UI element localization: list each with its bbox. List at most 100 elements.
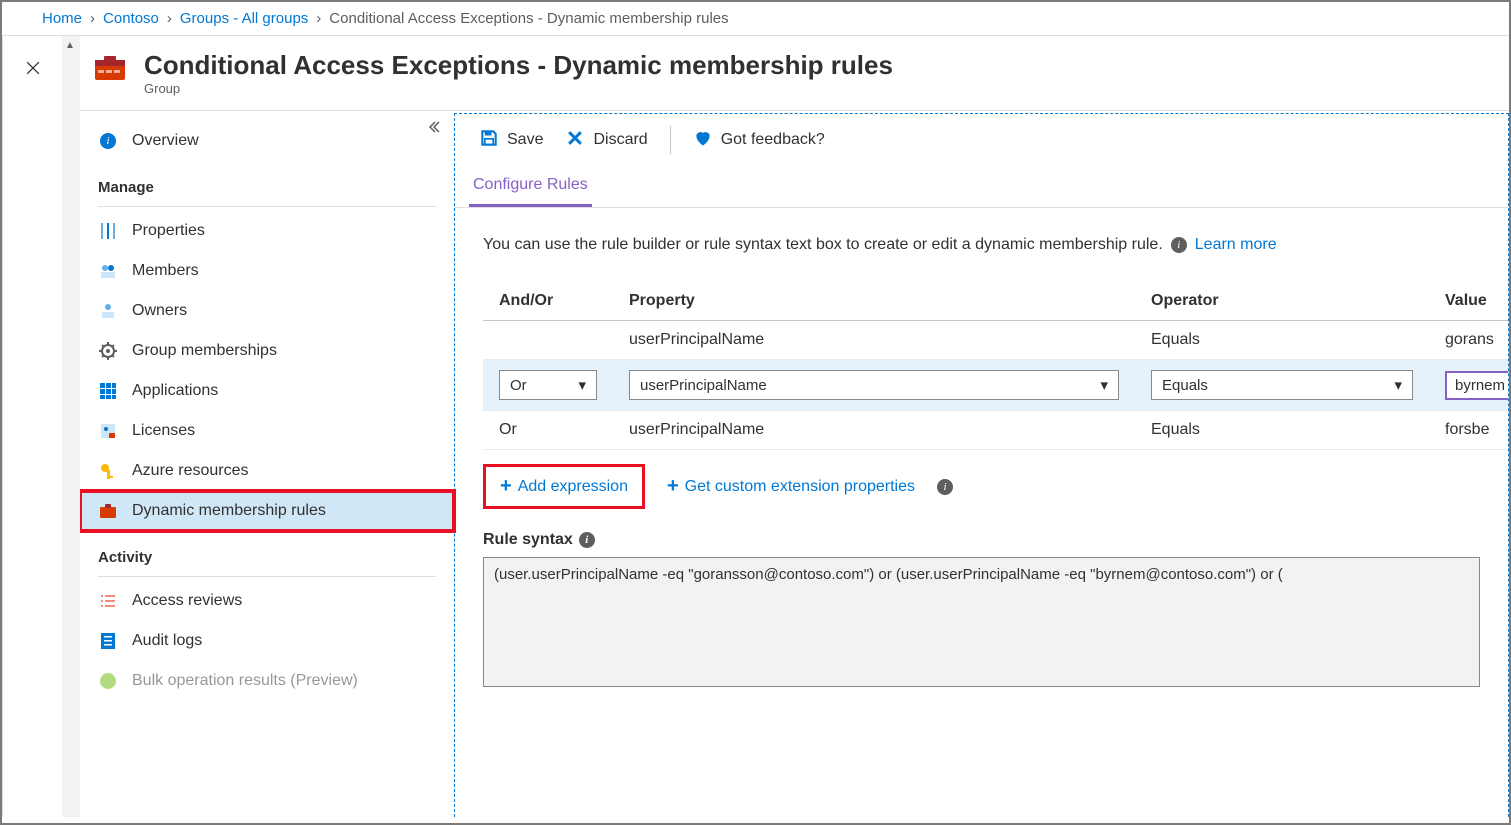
owners-icon [98,301,118,321]
select-value: Or [510,377,527,394]
plus-icon: + [667,475,679,498]
sidebar-item-dynamic-rules[interactable]: Dynamic membership rules [80,491,454,531]
andor-select[interactable]: Or ▾ [499,370,597,400]
circle-check-icon [98,671,118,691]
scrollbar[interactable]: ▲ [62,36,80,817]
chevron-right-icon: › [316,10,321,27]
collapse-sidebar-icon[interactable] [426,119,442,140]
sidebar-item-label: Overview [132,132,199,150]
intro-message: You can use the rule builder or rule syn… [483,236,1163,254]
feedback-button[interactable]: Got feedback? [693,128,825,153]
feedback-label: Got feedback? [721,131,825,149]
info-icon[interactable]: i [937,479,953,495]
cell-property: userPrincipalName [613,411,1135,450]
main-content: Save Discard Got feedback? Configure Rul… [454,113,1509,817]
sidebar-item-label: Dynamic membership rules [132,502,326,520]
sidebar-item-properties[interactable]: Properties [80,211,454,251]
cell-operator: Equals [1135,411,1429,450]
gear-icon [98,341,118,361]
heart-icon [693,128,713,153]
select-value: userPrincipalName [640,377,767,394]
chevron-down-icon: ▾ [1100,376,1108,394]
sidebar-item-label: Bulk operation results (Preview) [132,672,358,690]
sidebar-item-owners[interactable]: Owners [80,291,454,331]
page-title: Conditional Access Exceptions - Dynamic … [144,50,893,81]
checklist-icon [98,591,118,611]
page-subtitle: Group [144,81,893,96]
discard-button[interactable]: Discard [565,128,647,153]
chevron-right-icon: › [167,10,172,27]
rule-row[interactable]: Or userPrincipalName Equals forsbe [483,411,1508,450]
breadcrumb-link[interactable]: Groups - All groups [180,10,308,27]
cell-value: gorans [1429,321,1508,360]
cell-operator: Equals [1135,321,1429,360]
close-icon[interactable] [23,65,43,81]
operator-select[interactable]: Equals ▾ [1151,370,1413,400]
sidebar-section-manage: Manage [80,161,454,202]
info-icon: i [98,131,118,151]
column-header-property: Property [613,282,1135,321]
close-icon [565,128,585,153]
rule-syntax-label: Rule syntax i [483,531,1480,549]
sidebar-item-access-reviews[interactable]: Access reviews [80,581,454,621]
get-custom-properties-button[interactable]: + Get custom extension properties [659,469,923,504]
info-icon[interactable]: i [1171,237,1187,253]
breadcrumb-link[interactable]: Contoso [103,10,159,27]
plus-icon: + [500,475,512,498]
sidebar-item-label: Audit logs [132,632,202,650]
breadcrumb-current: Conditional Access Exceptions - Dynamic … [329,10,728,27]
sidebar-item-label: Access reviews [132,592,242,610]
add-expression-button[interactable]: + Add expression [492,469,636,504]
members-icon [98,261,118,281]
syntax-label-text: Rule syntax [483,531,573,549]
divider [98,576,436,577]
sidebar-item-audit-logs[interactable]: Audit logs [80,621,454,661]
sidebar-item-members[interactable]: Members [80,251,454,291]
sidebar-item-azure-resources[interactable]: Azure resources [80,451,454,491]
sidebar-item-applications[interactable]: Applications [80,371,454,411]
tabs: Configure Rules [455,166,1508,208]
sidebar-item-licenses[interactable]: Licenses [80,411,454,451]
sidebar-item-label: Applications [132,382,218,400]
sidebar-item-bulk-results[interactable]: Bulk operation results (Preview) [80,661,454,701]
discard-label: Discard [593,131,647,149]
close-panel-column [2,36,62,817]
learn-more-link[interactable]: Learn more [1195,236,1277,254]
column-header-value: Value [1429,282,1508,321]
scroll-up-icon: ▲ [65,40,75,51]
intro-text: You can use the rule builder or rule syn… [483,236,1480,254]
group-icon [92,50,128,86]
toolbar: Save Discard Got feedback? [455,114,1508,166]
breadcrumb-link[interactable]: Home [42,10,82,27]
briefcase-icon [98,501,118,521]
save-button[interactable]: Save [479,128,543,153]
select-value: Equals [1162,377,1208,394]
divider [98,206,436,207]
sidebar-item-label: Group memberships [132,342,277,360]
sidebar-item-label: Members [132,262,199,280]
rule-row[interactable]: userPrincipalName Equals gorans [483,321,1508,360]
rule-syntax-textbox[interactable]: (user.userPrincipalName -eq "goransson@c… [483,557,1480,687]
apps-icon [98,381,118,401]
save-label: Save [507,131,543,149]
add-expression-label: Add expression [518,478,628,496]
sidebar-item-group-memberships[interactable]: Group memberships [80,331,454,371]
chevron-down-icon: ▾ [578,376,586,394]
value-input[interactable]: byrnem [1445,371,1508,400]
cell-andor [483,321,613,360]
rule-row-active[interactable]: Or ▾ userPrincipalName ▾ [483,360,1508,411]
sidebar-item-overview[interactable]: i Overview [80,121,454,161]
page-header: Conditional Access Exceptions - Dynamic … [80,36,1509,111]
info-icon[interactable]: i [579,532,595,548]
sidebar-item-label: Properties [132,222,205,240]
tab-configure-rules[interactable]: Configure Rules [469,166,592,207]
sidebar: i Overview Manage Properties Members Own… [80,111,454,817]
save-icon [479,128,499,153]
log-icon [98,631,118,651]
cell-andor: Or [483,411,613,450]
chevron-down-icon: ▾ [1394,376,1402,394]
column-header-andor: And/Or [483,282,613,321]
sliders-icon [98,221,118,241]
rule-actions: + Add expression + Get custom extension … [483,464,1480,509]
property-select[interactable]: userPrincipalName ▾ [629,370,1119,400]
